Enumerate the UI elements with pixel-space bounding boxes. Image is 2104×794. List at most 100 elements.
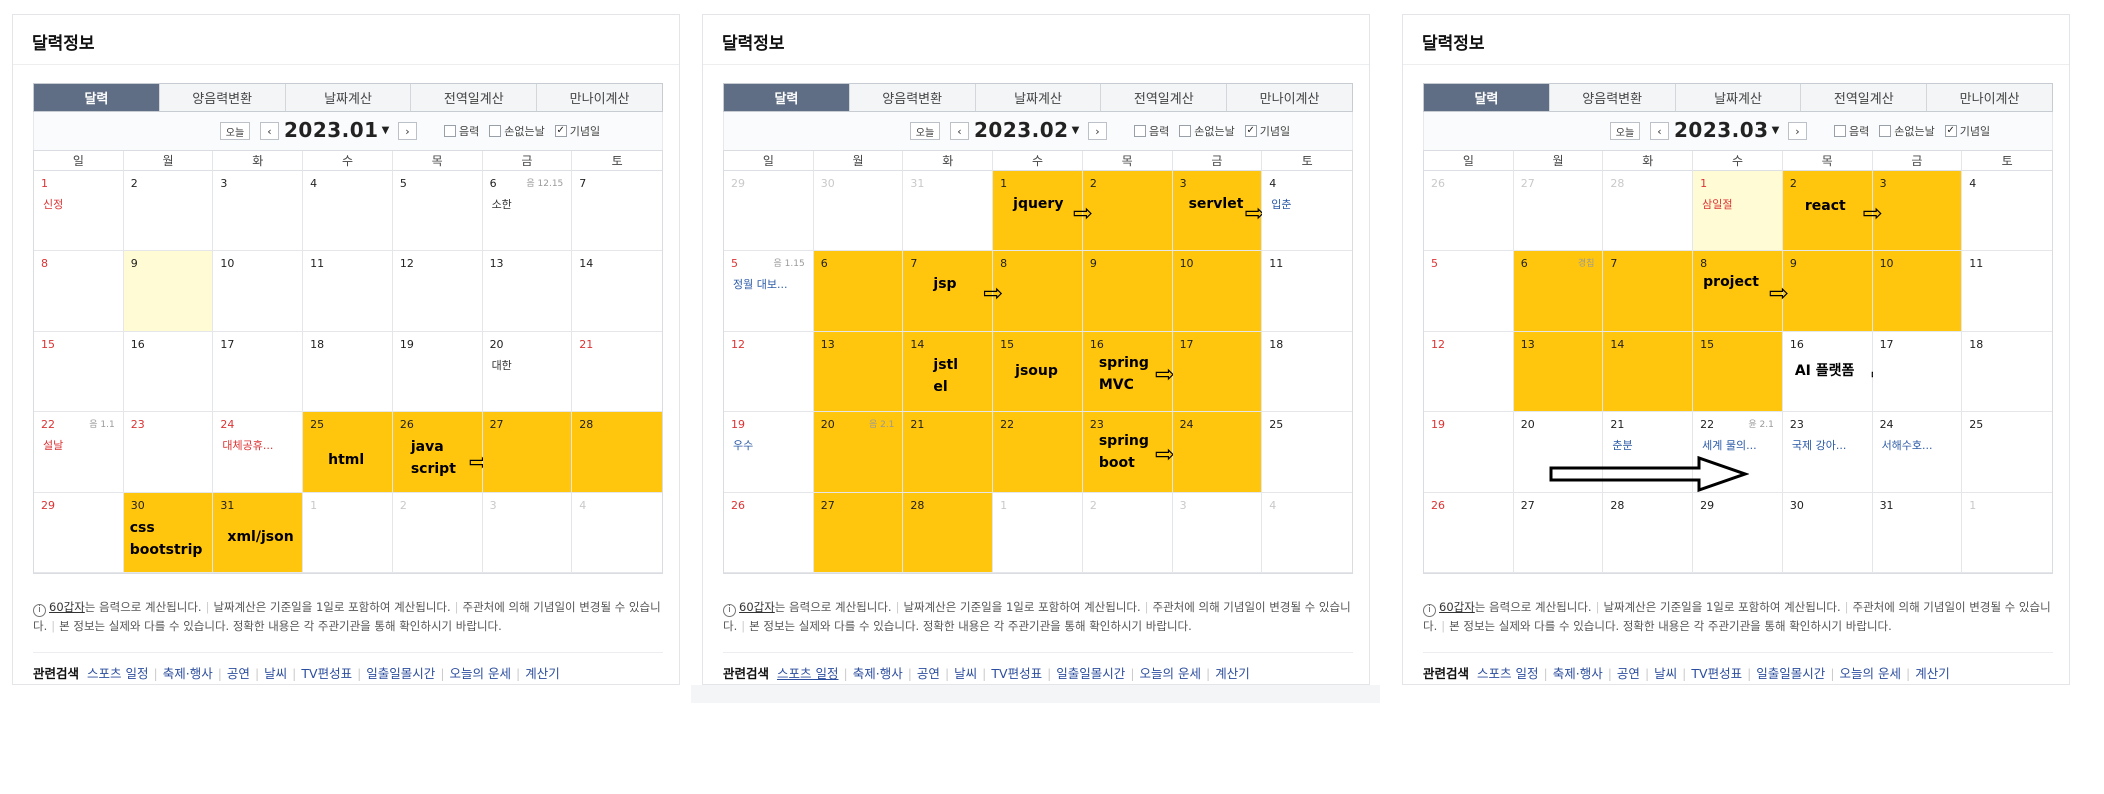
day-cell[interactable]: 3 servlet ⇨ <box>1172 171 1265 252</box>
related-link[interactable]: 오늘의 운세 <box>1840 666 1901 681</box>
day-cell[interactable]: 17 <box>1872 331 1963 413</box>
day-cell[interactable]: 2 <box>123 171 214 252</box>
day-cell[interactable]: 23 <box>123 412 214 493</box>
day-event[interactable]: 춘분 <box>1612 437 1632 453</box>
day-cell[interactable]: 20 음 2.1 <box>813 412 904 493</box>
related-link[interactable]: TV편성표 <box>301 666 352 681</box>
day-cell[interactable]: 23 국제 강아... <box>1782 412 1873 493</box>
day-cell[interactable]: 5 <box>392 171 483 252</box>
day-cell[interactable]: 1 <box>303 492 393 573</box>
option-checkbox-0[interactable]: 음력 <box>444 123 479 139</box>
day-cell[interactable]: 30 css bootstrip <box>123 492 214 573</box>
tab-4[interactable]: 만나이계산 <box>1927 84 2052 111</box>
day-cell[interactable]: 14 <box>572 251 662 332</box>
day-cell[interactable]: 18 <box>1262 331 1352 413</box>
day-cell[interactable]: 7 <box>572 171 662 252</box>
tab-1[interactable]: 양음력변환 <box>849 84 976 111</box>
tab-3[interactable]: 전역일계산 <box>1101 84 1228 111</box>
day-event[interactable]: 설날 <box>43 437 63 453</box>
year-month-selector[interactable]: 2023.01 ▼ <box>284 118 390 142</box>
day-cell[interactable]: 16AI 플랫폼⇨ <box>1782 331 1891 413</box>
sexagenary-link[interactable]: 60갑자 <box>49 600 85 614</box>
day-cell[interactable]: 15 jsoup <box>993 331 1083 413</box>
option-checkbox-1[interactable]: 손없는날 <box>1879 123 1935 139</box>
tab-4[interactable]: 만나이계산 <box>537 84 662 111</box>
day-cell[interactable]: 11 <box>303 251 393 332</box>
day-cell[interactable]: 27 <box>1513 492 1604 573</box>
day-cell[interactable]: 10 <box>1172 251 1263 332</box>
related-link[interactable]: TV편성표 <box>1691 666 1742 681</box>
day-cell[interactable]: 6 <box>813 251 904 332</box>
sexagenary-link[interactable]: 60갑자 <box>739 600 775 614</box>
today-button[interactable]: 오늘 <box>910 122 940 140</box>
day-cell[interactable]: 4 <box>1962 171 2052 252</box>
day-cell[interactable]: 30 <box>1782 492 1873 573</box>
day-cell[interactable]: 10 <box>1872 251 1963 332</box>
option-checkbox-1[interactable]: 손없는날 <box>489 123 545 139</box>
day-event[interactable]: 입춘 <box>1271 196 1291 212</box>
day-cell[interactable]: 27 <box>813 492 904 573</box>
related-link[interactable]: 일출일몰시간 <box>1756 666 1825 681</box>
option-checkbox-2[interactable]: ✓ 기념일 <box>1944 123 1990 139</box>
day-event[interactable]: 서해수호... <box>1882 437 1933 453</box>
day-cell[interactable]: 9 <box>123 251 214 332</box>
tab-0[interactable]: 달력 <box>724 84 850 111</box>
day-cell[interactable]: 4 <box>572 492 662 573</box>
day-event[interactable]: 대한 <box>492 357 512 373</box>
day-cell[interactable]: 9 ⇨ <box>1769 251 1873 332</box>
day-cell[interactable]: 21 <box>572 331 662 413</box>
day-event[interactable]: 우수 <box>733 437 753 453</box>
day-cell[interactable]: 30 <box>813 171 904 252</box>
day-cell[interactable]: 28 <box>1603 492 1694 573</box>
day-cell[interactable]: 22 <box>993 412 1083 493</box>
day-cell[interactable]: 3 <box>1172 492 1263 573</box>
day-event[interactable]: 소한 <box>492 196 512 212</box>
option-checkbox-2[interactable]: ✓ 기념일 <box>1244 123 1290 139</box>
option-checkbox-0[interactable]: 음력 <box>1834 123 1869 139</box>
day-cell[interactable]: 31 xml/json <box>213 492 304 573</box>
day-cell[interactable]: 31 <box>1872 492 1963 573</box>
day-cell[interactable]: 28 <box>903 492 994 573</box>
day-cell[interactable]: 8 ⇨ <box>983 251 1083 332</box>
day-cell[interactable]: 11 <box>1962 251 2052 332</box>
day-event[interactable]: 국제 강아... <box>1792 437 1846 453</box>
tab-3[interactable]: 전역일계산 <box>411 84 538 111</box>
day-cell[interactable]: 5 <box>1424 251 1514 332</box>
day-cell[interactable]: 24 <box>1172 412 1263 493</box>
day-cell[interactable]: 1 삼일절 <box>1693 171 1783 252</box>
day-cell[interactable]: 13 <box>1513 331 1604 413</box>
sexagenary-link[interactable]: 60갑자 <box>1439 600 1475 614</box>
related-link[interactable]: 오늘의 운세 <box>1140 666 1201 681</box>
next-month-button[interactable]: › <box>1788 122 1807 140</box>
tab-1[interactable]: 양음력변환 <box>159 84 286 111</box>
next-month-button[interactable]: › <box>1088 122 1107 140</box>
day-cell[interactable]: 6 경칩 <box>1513 251 1604 332</box>
next-month-button[interactable]: › <box>398 122 417 140</box>
today-button[interactable]: 오늘 <box>1610 122 1640 140</box>
day-cell[interactable]: 26 <box>1424 492 1514 573</box>
day-cell[interactable]: 15 <box>34 331 124 413</box>
day-cell[interactable]: 12 <box>724 331 814 413</box>
day-cell[interactable]: 18 <box>303 331 393 413</box>
day-cell[interactable]: 5 음 1.15 정월 대보... <box>724 251 814 332</box>
day-cell[interactable]: 26 <box>1424 171 1514 252</box>
day-cell[interactable]: 31 <box>903 171 994 252</box>
day-event[interactable]: 대체공휴... <box>222 437 273 453</box>
day-cell[interactable]: 20 대한 <box>482 331 573 413</box>
day-cell[interactable]: 18 <box>1962 331 2052 413</box>
related-link[interactable]: 계산기 <box>1915 666 1950 681</box>
related-link[interactable]: 스포츠 일정 <box>1477 666 1538 681</box>
related-link[interactable]: 축제·행사 <box>163 666 213 681</box>
day-cell[interactable]: 16 spring MVC ⇨ <box>1082 331 1175 413</box>
day-cell[interactable]: 21 <box>903 412 994 493</box>
day-cell[interactable]: 19 우수 <box>724 412 814 493</box>
related-link[interactable]: 공연 <box>1617 666 1640 681</box>
day-cell[interactable]: 3 ⇨ <box>1863 171 1963 252</box>
day-cell[interactable]: 2 <box>392 492 483 573</box>
prev-month-button[interactable]: ‹ <box>1650 122 1669 140</box>
related-link[interactable]: 공연 <box>917 666 940 681</box>
day-cell[interactable]: 29 <box>1693 492 1783 573</box>
tab-2[interactable]: 날짜계산 <box>975 84 1102 111</box>
prev-month-button[interactable]: ‹ <box>260 122 279 140</box>
day-cell[interactable]: 24 대체공휴... <box>213 412 304 493</box>
